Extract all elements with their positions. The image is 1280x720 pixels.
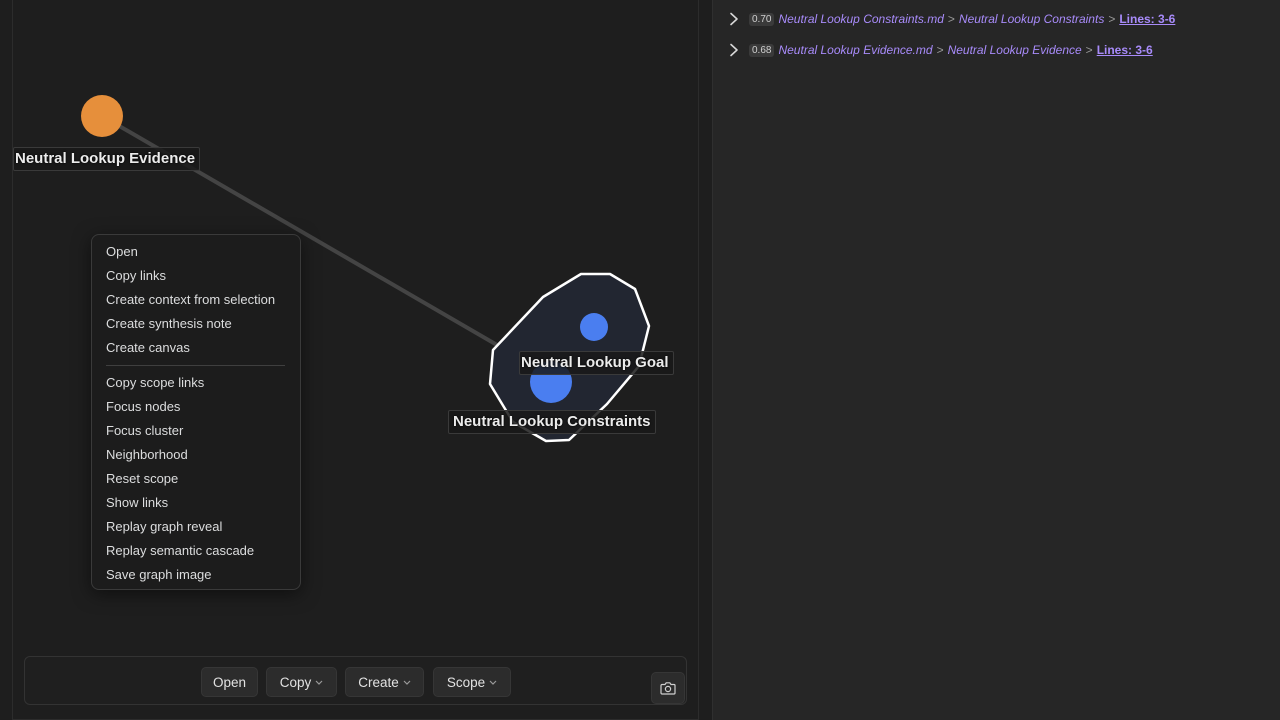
copy-dropdown-button[interactable]: Copy <box>266 667 337 697</box>
result-lines-link[interactable]: Lines: 3-6 <box>1097 43 1153 57</box>
result-file-link[interactable]: Neutral Lookup Evidence.md <box>778 43 932 57</box>
context-menu: Open Copy links Create context from sele… <box>91 234 301 590</box>
menu-separator <box>106 365 285 366</box>
menu-item-copy-links[interactable]: Copy links <box>92 264 300 288</box>
results-pane: 0.70 Neutral Lookup Constraints.md > Neu… <box>712 0 1280 720</box>
path-separator: > <box>936 43 944 57</box>
menu-item-focus-cluster[interactable]: Focus cluster <box>92 419 300 443</box>
score-badge: 0.70 <box>749 12 775 26</box>
save-image-button[interactable] <box>651 672 685 704</box>
app-window: Neutral Lookup Evidence Neutral Lookup G… <box>0 0 1280 720</box>
copy-button-label: Copy <box>279 674 312 690</box>
menu-item-save-graph-image[interactable]: Save graph image <box>92 563 300 587</box>
open-button[interactable]: Open <box>201 667 258 697</box>
open-button-label: Open <box>212 674 247 690</box>
graph-node-evidence[interactable] <box>81 95 123 137</box>
menu-item-replay-semantic-cascade[interactable]: Replay semantic cascade <box>92 539 300 563</box>
camera-icon <box>660 682 676 695</box>
result-row[interactable]: 0.68 Neutral Lookup Evidence.md > Neutra… <box>713 39 1153 61</box>
menu-item-neighborhood[interactable]: Neighborhood <box>92 443 300 467</box>
chevron-down-icon <box>489 680 497 685</box>
menu-item-focus-nodes[interactable]: Focus nodes <box>92 395 300 419</box>
graph-node-goal[interactable] <box>580 313 608 341</box>
result-heading-link[interactable]: Neutral Lookup Constraints <box>959 12 1104 26</box>
chevron-right-icon[interactable] <box>727 12 741 26</box>
result-heading-link[interactable]: Neutral Lookup Evidence <box>948 43 1082 57</box>
path-separator: > <box>947 12 955 26</box>
menu-item-create-canvas[interactable]: Create canvas <box>92 336 300 360</box>
scope-dropdown-button[interactable]: Scope <box>433 667 511 697</box>
chevron-right-icon[interactable] <box>727 43 741 57</box>
menu-item-open[interactable]: Open <box>92 240 300 264</box>
result-row[interactable]: 0.70 Neutral Lookup Constraints.md > Neu… <box>713 8 1175 30</box>
node-label-evidence[interactable]: Neutral Lookup Evidence <box>13 147 201 171</box>
create-dropdown-button[interactable]: Create <box>345 667 424 697</box>
node-label-constraints[interactable]: Neutral Lookup Constraints <box>448 410 656 434</box>
chevron-down-icon <box>315 680 323 685</box>
create-button-label: Create <box>358 674 399 690</box>
menu-item-show-links[interactable]: Show links <box>92 491 300 515</box>
menu-item-create-context[interactable]: Create context from selection <box>92 288 300 312</box>
menu-item-copy-scope-links[interactable]: Copy scope links <box>92 371 300 395</box>
menu-item-replay-graph-reveal[interactable]: Replay graph reveal <box>92 515 300 539</box>
result-lines-link[interactable]: Lines: 3-6 <box>1119 12 1175 26</box>
graph-toolbar: Open Copy Create Scope <box>24 656 687 705</box>
chevron-down-icon <box>403 680 411 685</box>
menu-item-create-synthesis-note[interactable]: Create synthesis note <box>92 312 300 336</box>
score-badge: 0.68 <box>749 43 775 57</box>
path-separator: > <box>1108 12 1116 26</box>
result-file-link[interactable]: Neutral Lookup Constraints.md <box>778 12 943 26</box>
scope-button-label: Scope <box>446 674 486 690</box>
menu-item-reset-scope[interactable]: Reset scope <box>92 467 300 491</box>
path-separator: > <box>1085 43 1093 57</box>
node-label-goal[interactable]: Neutral Lookup Goal <box>519 351 674 375</box>
